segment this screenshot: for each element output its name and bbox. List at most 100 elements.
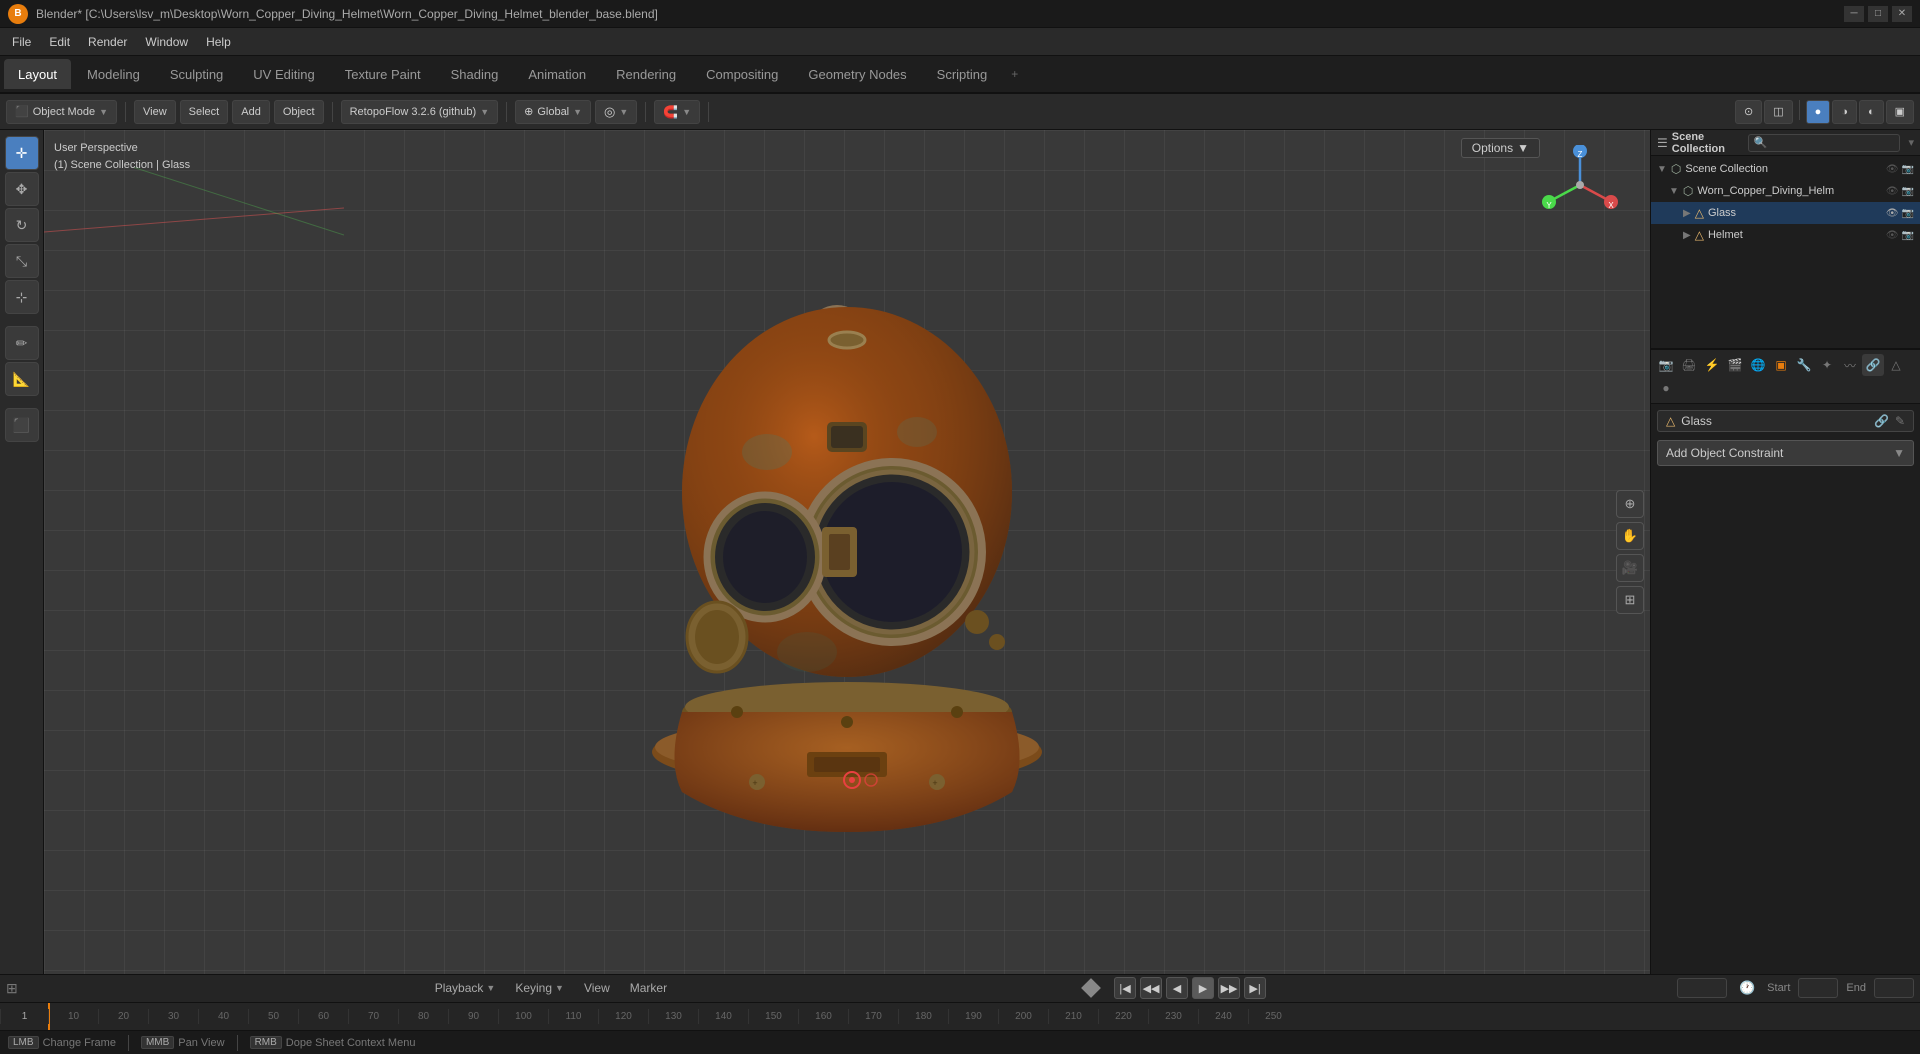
tab-animation[interactable]: Animation bbox=[514, 59, 600, 89]
prop-tab-object[interactable]: ▣ bbox=[1770, 354, 1792, 376]
start-frame-input[interactable]: 1 bbox=[1798, 978, 1838, 998]
jump-next-keyframe-button[interactable]: ▶▶ bbox=[1218, 977, 1240, 999]
close-button[interactable]: ✕ bbox=[1892, 6, 1912, 22]
menu-file[interactable]: File bbox=[4, 31, 39, 53]
timeline-header: ⊞ Playback ▼ Keying ▼ View Marker |◀ ◀◀ … bbox=[0, 975, 1920, 1003]
select-menu[interactable]: Select bbox=[180, 100, 229, 124]
prop-tab-particles[interactable]: ✦ bbox=[1816, 354, 1838, 376]
tab-modeling[interactable]: Modeling bbox=[73, 59, 154, 89]
ruler-mark: 40 bbox=[198, 1009, 248, 1024]
current-frame-input[interactable]: 1 bbox=[1677, 978, 1727, 998]
outliner-search[interactable] bbox=[1748, 134, 1900, 152]
play-button[interactable]: ▶ bbox=[1192, 977, 1214, 999]
shading-wireframe[interactable]: ▣ bbox=[1886, 100, 1914, 124]
add-menu[interactable]: Add bbox=[232, 100, 270, 124]
visibility-icon: 👁 bbox=[1886, 164, 1899, 175]
outliner-item-scene-collection[interactable]: ▼ ⬡ Scene Collection 👁 📷 bbox=[1651, 158, 1920, 180]
view-menu-timeline[interactable]: View bbox=[578, 977, 616, 999]
add-cube-tool[interactable]: ⬛ bbox=[5, 408, 39, 442]
menu-render[interactable]: Render bbox=[80, 31, 135, 53]
rotate-tool[interactable]: ↻ bbox=[5, 208, 39, 242]
viewport-options-button[interactable]: Options ▼ bbox=[1461, 138, 1540, 158]
render-icon: 📷 bbox=[1902, 164, 1914, 175]
prop-tab-material[interactable]: ● bbox=[1655, 377, 1677, 399]
playback-menu[interactable]: Playback ▼ bbox=[429, 977, 502, 999]
jump-end-button[interactable]: ▶| bbox=[1244, 977, 1266, 999]
menu-edit[interactable]: Edit bbox=[41, 31, 78, 53]
jump-prev-keyframe-button[interactable]: ◀◀ bbox=[1140, 977, 1162, 999]
marker-menu[interactable]: Marker bbox=[624, 977, 673, 999]
prop-tab-output[interactable]: 🖨 bbox=[1678, 354, 1700, 376]
overlay-toggle[interactable]: ⊙ bbox=[1735, 100, 1762, 124]
measure-tool[interactable]: 📐 bbox=[5, 362, 39, 396]
ruler-mark: 190 bbox=[948, 1009, 998, 1024]
play-reverse-button[interactable]: ◀ bbox=[1166, 977, 1188, 999]
keying-menu[interactable]: Keying ▼ bbox=[509, 977, 570, 999]
prop-tab-render[interactable]: 📷 bbox=[1655, 354, 1677, 376]
ruler-mark: 130 bbox=[648, 1009, 698, 1024]
snap-toggle[interactable]: 🧲 ▼ bbox=[654, 100, 700, 124]
annotate-tool[interactable]: ✏ bbox=[5, 326, 39, 360]
prop-tab-physics[interactable]: 〰 bbox=[1839, 354, 1861, 376]
svg-text:+: + bbox=[932, 778, 937, 788]
end-frame-input[interactable]: 250 bbox=[1874, 978, 1914, 998]
scale-tool[interactable]: ⤡ bbox=[5, 244, 39, 278]
object-menu[interactable]: Object bbox=[274, 100, 324, 124]
ruler-mark: 110 bbox=[548, 1009, 598, 1024]
proportional-edit[interactable]: ◎ ▼ bbox=[595, 100, 637, 124]
jump-start-button[interactable]: |◀ bbox=[1114, 977, 1136, 999]
end-label: End bbox=[1846, 982, 1866, 994]
camera-view-button[interactable]: 🎥 bbox=[1616, 554, 1644, 582]
outliner-filter-button[interactable]: ▾ bbox=[1908, 136, 1914, 149]
ruler-mark: 250 bbox=[1248, 1009, 1298, 1024]
prop-tab-constraints[interactable]: 🔗 bbox=[1862, 354, 1884, 376]
add-workspace-button[interactable]: + bbox=[1003, 63, 1026, 85]
outliner-item-glass[interactable]: ▶ △ Glass 👁 📷 bbox=[1651, 202, 1920, 224]
viewport-gizmo[interactable]: Z X Y bbox=[1540, 145, 1620, 225]
minimize-button[interactable]: ─ bbox=[1844, 6, 1864, 22]
tab-rendering[interactable]: Rendering bbox=[602, 59, 690, 89]
outliner-arrow: ▼ bbox=[1669, 186, 1679, 197]
pan-view-button[interactable]: ✋ bbox=[1616, 522, 1644, 550]
prop-tab-scene[interactable]: 🎬 bbox=[1724, 354, 1746, 376]
add-object-constraint-button[interactable]: Add Object Constraint ▼ bbox=[1657, 440, 1914, 466]
menu-window[interactable]: Window bbox=[137, 31, 196, 53]
object-type-icon: △ bbox=[1666, 414, 1675, 428]
operator-selector[interactable]: RetopoFlow 3.2.6 (github) ▼ bbox=[341, 100, 499, 124]
shading-solid[interactable]: ● bbox=[1806, 100, 1831, 124]
cursor-tool[interactable]: ✛ bbox=[5, 136, 39, 170]
maximize-button[interactable]: □ bbox=[1868, 6, 1888, 22]
object-edit-icon: ✎ bbox=[1895, 414, 1905, 428]
tab-layout[interactable]: Layout bbox=[4, 59, 71, 89]
move-tool[interactable]: ✥ bbox=[5, 172, 39, 206]
tab-sculpting[interactable]: Sculpting bbox=[156, 59, 237, 89]
prop-tab-modifier[interactable]: 🔧 bbox=[1793, 354, 1815, 376]
transform-tool[interactable]: ⊹ bbox=[5, 280, 39, 314]
tab-texture-paint[interactable]: Texture Paint bbox=[331, 59, 435, 89]
prop-tab-object-data[interactable]: △ bbox=[1885, 354, 1907, 376]
ruler-mark: 10 bbox=[48, 1009, 98, 1024]
ruler-mark: 150 bbox=[748, 1009, 798, 1024]
tab-shading[interactable]: Shading bbox=[437, 59, 513, 89]
tab-scripting[interactable]: Scripting bbox=[923, 59, 1002, 89]
prop-tab-world[interactable]: 🌐 bbox=[1747, 354, 1769, 376]
outliner-item-worn-copper[interactable]: ▼ ⬡ Worn_Copper_Diving_Helm 👁 📷 bbox=[1651, 180, 1920, 202]
tab-uv-editing[interactable]: UV Editing bbox=[239, 59, 328, 89]
tab-compositing[interactable]: Compositing bbox=[692, 59, 792, 89]
right-side-panel: ☰ Scene Collection ▾ ▼ ⬡ Scene Collectio… bbox=[1650, 130, 1920, 974]
playback-controls: |◀ ◀◀ ◀ ▶ ▶▶ ▶| bbox=[1114, 977, 1266, 999]
zoom-to-fit-button[interactable]: ⊕ bbox=[1616, 490, 1644, 518]
shading-rendered[interactable]: ◐ bbox=[1859, 100, 1884, 124]
shading-material[interactable]: ◑ bbox=[1832, 100, 1857, 124]
ortho-toggle-button[interactable]: ⊞ bbox=[1616, 586, 1644, 614]
view-menu[interactable]: View bbox=[134, 100, 176, 124]
xray-toggle[interactable]: ◫ bbox=[1764, 100, 1792, 124]
menu-help[interactable]: Help bbox=[198, 31, 239, 53]
prop-tab-view-layer[interactable]: ⚡ bbox=[1701, 354, 1723, 376]
viewport[interactable]: User Perspective (1) Scene Collection | … bbox=[44, 130, 1650, 974]
outliner-item-helmet[interactable]: ▶ △ Helmet 👁 📷 bbox=[1651, 224, 1920, 246]
tab-geometry-nodes[interactable]: Geometry Nodes bbox=[794, 59, 920, 89]
timeline-ruler[interactable]: 1 10 20 30 40 50 60 70 80 90 100 110 120… bbox=[0, 1003, 1920, 1030]
transform-selector[interactable]: ⊕ Global ▼ bbox=[515, 100, 591, 124]
mode-selector[interactable]: ⬛ Object Mode ▼ bbox=[6, 100, 117, 124]
